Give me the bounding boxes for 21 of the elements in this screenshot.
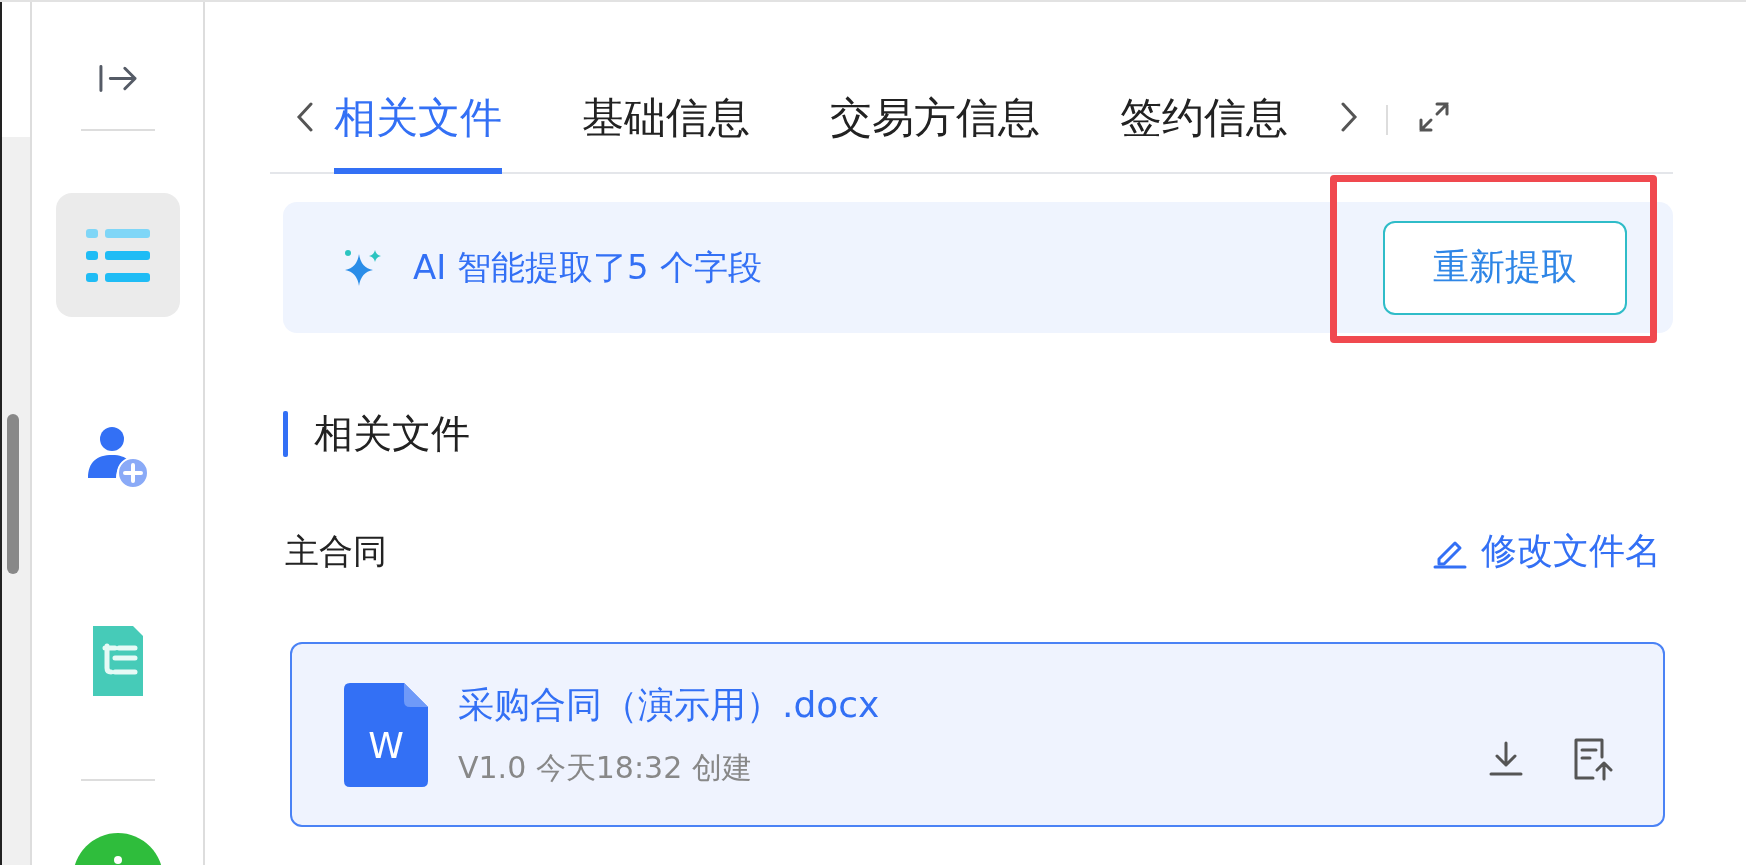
file-card[interactable]: W 采购合同（演示用）.docx V1.0 今天18:32 创建 [290,642,1665,827]
download-icon[interactable] [1489,740,1523,777]
ai-extraction-status: AI 智能提取了5 个字段 [413,245,762,289]
rename-file-link[interactable]: 修改文件名 [1433,527,1661,576]
re-extract-button[interactable]: 重新提取 [1383,220,1627,315]
scrollbar-thumb[interactable] [7,414,19,574]
document-list-icon [90,624,145,698]
fullscreen-icon[interactable] [1418,101,1450,133]
tab[interactable]: 签约信息 [1120,90,1288,174]
upload-document-icon[interactable] [1573,736,1613,781]
word-file-icon: W [344,682,428,787]
chevron-right-icon[interactable] [1340,102,1358,132]
file-meta: V1.0 今天18:32 创建 [458,748,753,787]
add-user-icon [86,426,149,488]
group-label: 主合同 [285,529,387,573]
tab[interactable]: 基础信息 [582,90,750,174]
file-name[interactable]: 采购合同（演示用）.docx [458,680,1489,730]
chevron-left-icon[interactable] [296,102,314,132]
tab[interactable]: 相关文件 [334,90,502,174]
tab[interactable]: 交易方信息 [830,90,1040,174]
section-title: 相关文件 [314,410,470,458]
